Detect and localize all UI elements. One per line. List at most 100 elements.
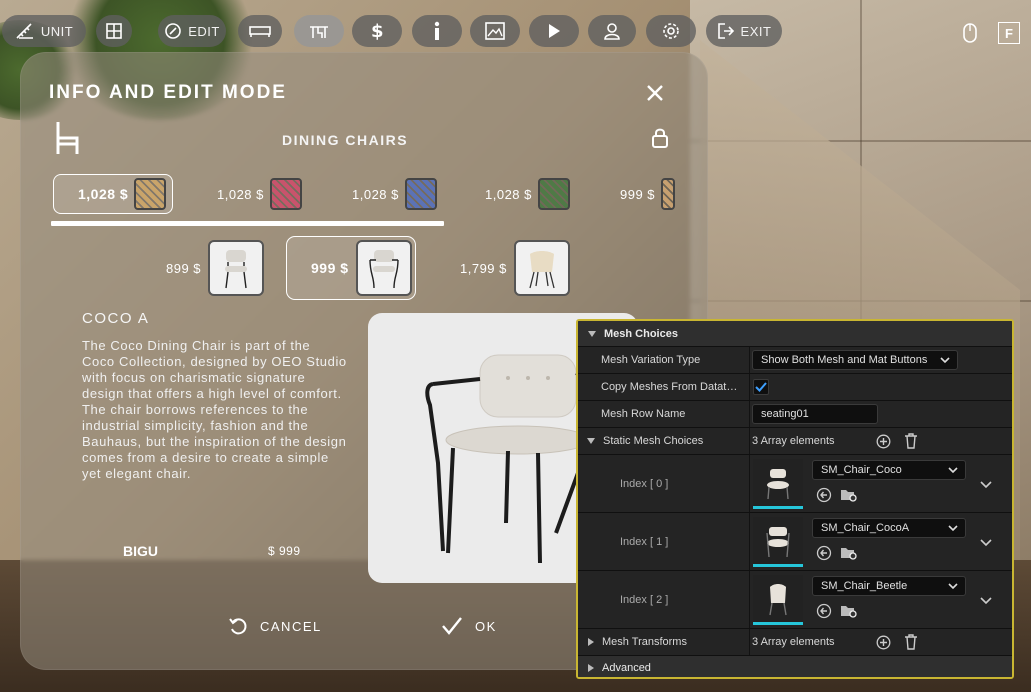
advanced-section-header[interactable]: Advanced bbox=[578, 656, 1012, 677]
mesh-option[interactable]: 1,799 $ bbox=[460, 236, 570, 300]
mesh-option[interactable]: 899 $ bbox=[166, 236, 265, 300]
material-option[interactable]: 999 $ bbox=[620, 174, 676, 214]
mouse-mode-button[interactable] bbox=[962, 21, 978, 45]
browse-folder-icon[interactable] bbox=[840, 603, 858, 619]
index-row: Index [ 0 ] SM_Chair_Coco bbox=[578, 455, 1012, 513]
use-selected-icon[interactable] bbox=[816, 487, 832, 503]
property-label: Static Mesh Choices bbox=[603, 435, 704, 447]
category-title: DINING CHAIRS bbox=[281, 132, 409, 148]
lock-icon[interactable] bbox=[651, 127, 669, 149]
exit-label: EXIT bbox=[740, 23, 772, 39]
chevron-down-icon[interactable] bbox=[980, 479, 992, 489]
unit-ruler-icon bbox=[16, 23, 33, 39]
property-label: Mesh Transforms bbox=[602, 636, 687, 648]
property-label: Copy Meshes From Datat… bbox=[601, 381, 738, 393]
copy-meshes-row: Copy Meshes From Datat… bbox=[578, 374, 1012, 401]
property-label: Mesh Row Name bbox=[601, 408, 686, 420]
material-option[interactable]: 1,028 $ bbox=[485, 174, 570, 214]
mesh-price: 999 $ bbox=[311, 260, 349, 276]
chair-thumbnail bbox=[208, 240, 265, 296]
grid-button[interactable] bbox=[96, 15, 132, 47]
chevron-down-icon bbox=[940, 357, 950, 364]
expand-arrow-icon bbox=[588, 664, 594, 672]
fullscreen-button[interactable]: F bbox=[998, 21, 1020, 45]
browse-folder-icon[interactable] bbox=[840, 487, 858, 503]
chevron-down-icon bbox=[948, 583, 958, 590]
edit-button[interactable]: EDIT bbox=[158, 15, 226, 47]
material-swatch bbox=[404, 178, 437, 210]
chevron-down-icon[interactable] bbox=[980, 537, 992, 547]
cancel-label: CANCEL bbox=[260, 618, 322, 634]
close-icon[interactable] bbox=[644, 82, 666, 104]
material-price: 1,028 $ bbox=[485, 186, 532, 202]
use-selected-icon[interactable] bbox=[816, 545, 832, 561]
copy-meshes-checkbox[interactable] bbox=[753, 379, 769, 395]
mesh-price: 899 $ bbox=[166, 260, 202, 276]
bed-icon bbox=[249, 26, 271, 37]
material-swatch bbox=[269, 178, 302, 210]
exit-icon bbox=[717, 23, 734, 39]
index-label: Index [ 1 ] bbox=[620, 535, 669, 548]
info-button[interactable] bbox=[412, 15, 462, 47]
product-name: COCO A bbox=[82, 310, 150, 327]
mesh-transforms-row[interactable]: Mesh Transforms 3 Array elements bbox=[578, 629, 1012, 656]
mesh-asset-dropdown[interactable]: SM_Chair_CocoA bbox=[812, 518, 966, 538]
cancel-button[interactable]: CANCEL bbox=[228, 616, 322, 636]
index-label: Index [ 0 ] bbox=[620, 477, 669, 490]
chair-thumbnail bbox=[513, 240, 570, 296]
bed-button[interactable] bbox=[238, 15, 282, 47]
checkmark-icon bbox=[755, 382, 767, 392]
mesh-row-name-input[interactable]: seating01 bbox=[752, 404, 878, 424]
table-button[interactable] bbox=[294, 15, 344, 47]
dropdown-value: Show Both Mesh and Mat Buttons bbox=[761, 354, 928, 366]
product-description: The Coco Dining Chair is part of the Coc… bbox=[82, 338, 347, 481]
ok-label: OK bbox=[475, 618, 497, 634]
static-mesh-choices-row[interactable]: Static Mesh Choices 3 Array elements bbox=[578, 428, 1012, 455]
chair-category-icon bbox=[56, 122, 79, 154]
mesh-thumbnail[interactable] bbox=[753, 459, 803, 509]
use-selected-icon[interactable] bbox=[816, 603, 832, 619]
play-icon bbox=[549, 24, 560, 38]
add-element-icon[interactable] bbox=[876, 434, 891, 449]
chevron-down-icon[interactable] bbox=[980, 595, 992, 605]
mesh-option[interactable]: 999 $ bbox=[286, 236, 416, 300]
dropdown-value: SM_Chair_Coco bbox=[821, 464, 902, 476]
mesh-asset-dropdown[interactable]: SM_Chair_Coco bbox=[812, 460, 966, 480]
expand-arrow-icon bbox=[588, 638, 594, 646]
collapse-arrow-icon bbox=[588, 330, 596, 337]
dialog-title: INFO AND EDIT MODE bbox=[49, 82, 287, 103]
undo-icon bbox=[229, 618, 247, 635]
material-option[interactable]: 1,028 $ bbox=[352, 174, 437, 214]
mesh-price: 1,799 $ bbox=[460, 260, 507, 276]
ok-button[interactable]: OK bbox=[441, 616, 497, 636]
top-toolbar: UNIT EDIT $ EXIT F bbox=[0, 15, 1031, 47]
mesh-thumbnail[interactable] bbox=[753, 517, 803, 567]
browse-folder-icon[interactable] bbox=[840, 545, 858, 561]
trash-icon[interactable] bbox=[904, 433, 918, 449]
exit-button[interactable]: EXIT bbox=[706, 15, 782, 47]
mesh-variation-type-dropdown[interactable]: Show Both Mesh and Mat Buttons bbox=[752, 350, 958, 370]
add-element-icon[interactable] bbox=[876, 635, 891, 650]
trash-icon[interactable] bbox=[904, 634, 918, 650]
mesh-choices-header[interactable]: Mesh Choices bbox=[578, 321, 1012, 347]
array-count: 3 Array elements bbox=[752, 636, 835, 648]
chair-thumbnail bbox=[355, 240, 412, 296]
play-button[interactable] bbox=[529, 15, 579, 47]
image-button[interactable] bbox=[470, 15, 520, 47]
material-option[interactable]: 1,028 $ bbox=[217, 174, 302, 214]
settings-button[interactable] bbox=[646, 15, 696, 47]
price-button[interactable]: $ bbox=[352, 15, 402, 47]
mesh-thumbnail[interactable] bbox=[753, 575, 803, 625]
dropdown-value: SM_Chair_Beetle bbox=[821, 580, 908, 592]
material-swatch bbox=[537, 178, 570, 210]
index-row: Index [ 2 ] SM_Chair_Beetle bbox=[578, 571, 1012, 629]
collapse-arrow-icon bbox=[587, 438, 595, 444]
material-swatch bbox=[134, 178, 167, 210]
user-button[interactable] bbox=[588, 15, 636, 47]
material-swatch bbox=[661, 178, 676, 210]
array-count: 3 Array elements bbox=[752, 435, 835, 447]
chevron-down-icon bbox=[948, 467, 958, 474]
mesh-asset-dropdown[interactable]: SM_Chair_Beetle bbox=[812, 576, 966, 596]
material-option[interactable]: 1,028 $ bbox=[53, 174, 174, 214]
unit-button[interactable]: UNIT bbox=[2, 15, 86, 47]
